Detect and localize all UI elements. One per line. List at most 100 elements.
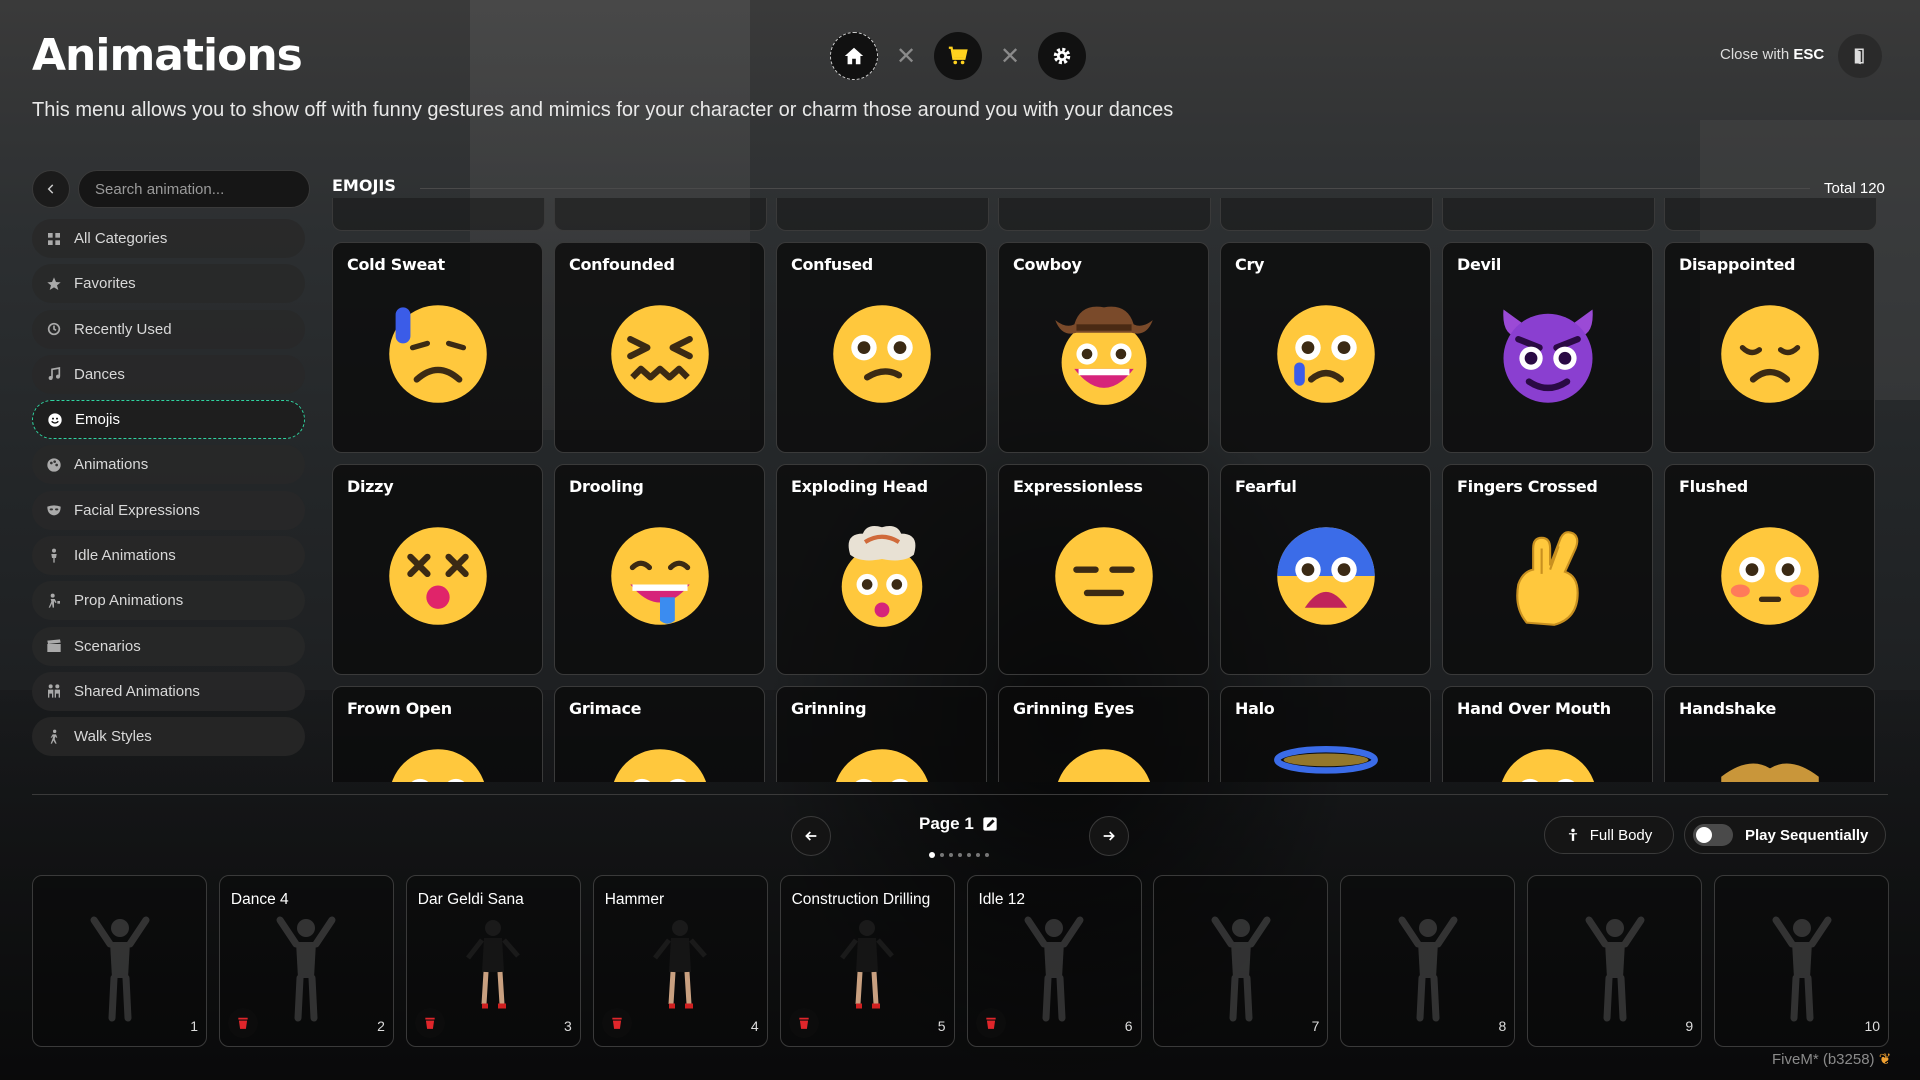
page-dot[interactable] (949, 853, 953, 857)
page-dot[interactable] (985, 853, 989, 857)
emoji-card-halo[interactable]: Halo (1220, 686, 1431, 782)
emoji-card-grinning-eyes[interactable]: Grinning Eyes (998, 686, 1209, 782)
quick-slot-3[interactable]: Dar Geldi Sana 3 (405, 875, 581, 1047)
emoji-card-exploding-head[interactable]: Exploding Head (776, 464, 987, 675)
sidebar-item-emojis[interactable]: Emojis (32, 400, 305, 440)
history-icon (46, 321, 62, 337)
emoji-card-partial[interactable] (1220, 198, 1433, 231)
sidebar-item-favorites[interactable]: Favorites (32, 264, 305, 304)
hand-over-mouth-emoji (1501, 749, 1594, 782)
page-subtitle: This menu allows you to show off with fu… (32, 99, 1174, 121)
emoji-card-hand-over-mouth[interactable]: Hand Over Mouth (1442, 686, 1653, 782)
emoji-card-devil[interactable]: Devil (1442, 242, 1653, 453)
delete-slot-button[interactable] (227, 1008, 258, 1038)
back-button[interactable] (32, 170, 70, 208)
expressionless-emoji (1054, 527, 1153, 625)
emoji-card-label: Drooling (569, 477, 644, 496)
home-button[interactable] (830, 32, 878, 80)
smiley-icon (47, 412, 63, 428)
sidebar-item-idle-animations[interactable]: Idle Animations (32, 536, 305, 576)
person-standing-icon (1568, 828, 1577, 841)
quick-slot-8[interactable]: 8 (1340, 875, 1516, 1047)
sidebar-item-recently-used[interactable]: Recently Used (32, 309, 305, 349)
emoji-card-cold-sweat[interactable]: Cold Sweat (332, 242, 543, 453)
emoji-card-label: Confounded (569, 255, 675, 274)
drooling-emoji (610, 527, 709, 625)
cry-emoji (1276, 305, 1375, 403)
page-dot[interactable] (958, 853, 962, 857)
emoji-card-cry[interactable]: Cry (1220, 242, 1431, 453)
emoji-card-dizzy[interactable]: Dizzy (332, 464, 543, 675)
search-input[interactable] (93, 179, 296, 199)
emoji-card-handshake[interactable]: Handshake (1664, 686, 1875, 782)
quick-slot-10[interactable]: 10 (1714, 875, 1890, 1047)
cowboy-emoji (1054, 306, 1153, 405)
emoji-card-flushed[interactable]: Flushed (1664, 464, 1875, 675)
emoji-card-partial[interactable] (1442, 198, 1655, 231)
slot-name: Hammer (604, 891, 665, 908)
emoji-card-frown-open[interactable]: Frown Open (332, 686, 543, 782)
arrow-right-icon (1103, 831, 1115, 841)
play-sequentially-control[interactable]: Play Sequentially (1684, 816, 1886, 854)
quick-slot-1[interactable]: 1 (32, 875, 207, 1047)
emoji-card-drooling[interactable]: Drooling (554, 464, 765, 675)
emoji-card-partial[interactable] (1664, 198, 1877, 231)
section-divider (420, 188, 1810, 189)
page-label: Page 1 (919, 814, 974, 833)
delete-slot-button[interactable] (601, 1008, 632, 1038)
emoji-grid-viewport[interactable]: Cold Sweat Confounded Confused Cowboy Cry Dev… (332, 198, 1888, 782)
sidebar-item-shared-animations[interactable]: Shared Animations (32, 671, 305, 711)
sidebar-item-scenarios[interactable]: Scenarios (32, 626, 305, 666)
quick-slot-2[interactable]: Dance 4 2 (218, 875, 394, 1047)
emoji-card-grimace[interactable]: Grimace (554, 686, 765, 782)
sidebar-item-label: All Categories (74, 230, 168, 247)
delete-slot-button[interactable] (414, 1008, 445, 1038)
trash-icon (612, 1017, 622, 1029)
page-dot[interactable] (967, 853, 971, 857)
mannequin-placeholder-icon (1585, 916, 1645, 1022)
emoji-card-fearful[interactable]: Fearful (1220, 464, 1431, 675)
emoji-card-partial[interactable] (998, 198, 1211, 231)
delete-slot-button[interactable] (975, 1008, 1006, 1038)
prev-page-button[interactable] (791, 816, 831, 856)
emoji-card-disappointed[interactable]: Disappointed (1664, 242, 1875, 453)
page-dot[interactable] (940, 853, 944, 857)
emoji-card-partial[interactable] (776, 198, 989, 231)
sidebar-item-animations[interactable]: Animations (32, 445, 305, 485)
sidebar-item-dances[interactable]: Dances (32, 354, 305, 394)
settings-button[interactable] (1038, 32, 1086, 80)
emoji-card-partial[interactable] (554, 198, 767, 231)
page-dot[interactable] (929, 852, 935, 858)
emoji-card-fingers-crossed[interactable]: Fingers Crossed (1442, 464, 1653, 675)
sidebar-item-walk-styles[interactable]: Walk Styles (32, 717, 305, 757)
slot-number: 7 (1311, 1018, 1320, 1034)
quick-slot-6[interactable]: Idle 12 6 (966, 875, 1142, 1047)
play-sequentially-toggle[interactable] (1693, 824, 1733, 846)
delete-slot-button[interactable] (788, 1008, 819, 1038)
slot-number: 1 (190, 1018, 198, 1034)
emoji-card-partial[interactable] (332, 198, 545, 231)
emoji-card-expressionless[interactable]: Expressionless (998, 464, 1209, 675)
sidebar-item-facial-expressions[interactable]: Facial Expressions (32, 490, 305, 530)
emoji-card-confounded[interactable]: Confounded (554, 242, 765, 453)
edit-icon[interactable] (982, 816, 998, 832)
emoji-card-label: Flushed (1679, 477, 1748, 496)
page-indicator: Page 1 (919, 814, 998, 834)
next-page-button[interactable] (1089, 816, 1129, 856)
emoji-card-cowboy[interactable]: Cowboy (998, 242, 1209, 453)
full-body-button[interactable]: Full Body (1544, 816, 1674, 854)
sidebar-item-all-categories[interactable]: All Categories (32, 219, 305, 258)
sidebar-item-prop-animations[interactable]: Prop Animations (32, 581, 305, 621)
mannequin-placeholder-icon (1398, 916, 1458, 1022)
quick-slot-5[interactable]: Construction Drilling 5 (779, 875, 955, 1047)
shop-button[interactable] (934, 32, 982, 80)
exit-button[interactable] (1838, 34, 1882, 78)
quick-slot-4[interactable]: Hammer 4 (592, 875, 768, 1047)
emoji-card-confused[interactable]: Confused (776, 242, 987, 453)
quick-slot-7[interactable]: 7 (1153, 875, 1329, 1047)
emoji-card-label: Grinning Eyes (1013, 699, 1135, 718)
slot-name: Idle 12 (978, 891, 1026, 908)
emoji-card-grinning[interactable]: Grinning (776, 686, 987, 782)
quick-slot-9[interactable]: 9 (1527, 875, 1703, 1047)
page-dot[interactable] (976, 853, 980, 857)
